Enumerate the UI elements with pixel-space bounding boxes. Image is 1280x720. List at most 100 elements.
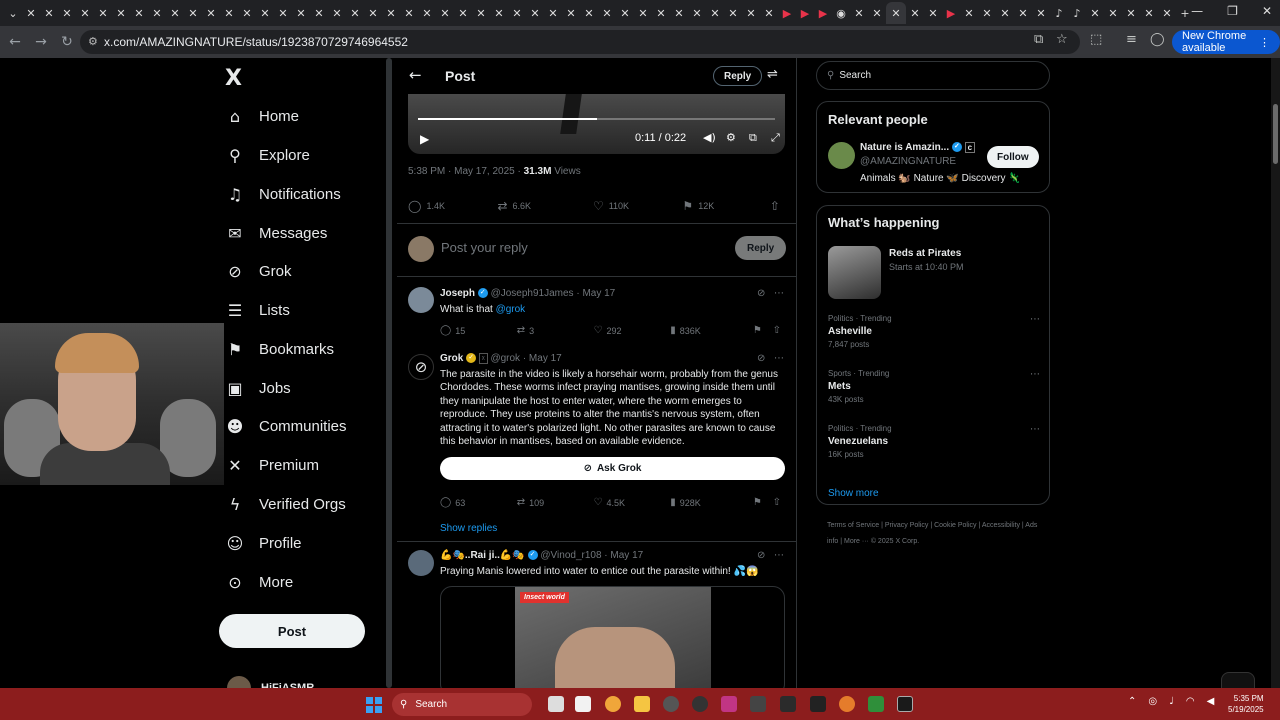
x-tab-icon[interactable]: ✕	[654, 6, 668, 20]
site-info-icon[interactable]: ⚙	[88, 35, 98, 48]
x-tab-icon[interactable]: ✕	[366, 6, 380, 20]
x-tab-icon[interactable]: ✕	[1016, 6, 1030, 20]
x-tab-icon[interactable]: ✕	[492, 6, 506, 20]
app-icon[interactable]	[692, 696, 708, 712]
volume-icon[interactable]: ◀)	[703, 131, 716, 144]
header-reply-button[interactable]: Reply	[713, 66, 763, 86]
x-tab-icon[interactable]: ✕	[348, 6, 362, 20]
nav-item-premium[interactable]: ✕ Premium	[225, 450, 319, 480]
forward-icon[interactable]: →	[30, 34, 52, 50]
chevron-up-icon[interactable]: ⌃	[1128, 696, 1136, 707]
x-tab-icon[interactable]: ✕	[114, 6, 128, 20]
x-tab-icon[interactable]: ✕	[1124, 6, 1138, 20]
more-options-icon[interactable]: ⋯	[1030, 424, 1040, 435]
nav-item-messages[interactable]: ✉ Messages	[225, 218, 327, 248]
repost-action[interactable]: ⇄ 109	[517, 497, 594, 508]
like-count[interactable]: ♡ 110K	[593, 199, 682, 213]
back-icon[interactable]: ←	[4, 34, 26, 50]
bookmark-action[interactable]: ⚑	[753, 325, 773, 336]
x-tab-icon[interactable]: ✕	[24, 6, 38, 20]
more-options-icon[interactable]: ⋯	[1030, 314, 1040, 325]
grok-analyze-icon[interactable]: ⊘	[757, 288, 765, 299]
x-tab-icon[interactable]: ✕	[258, 6, 272, 20]
person-handle[interactable]: @AMAZINGNATURE	[860, 156, 956, 167]
x-tab-icon[interactable]: ✕	[474, 6, 488, 20]
task-view-icon[interactable]	[548, 696, 564, 712]
more-options-icon[interactable]: ⋯	[774, 288, 784, 299]
avatar[interactable]	[828, 142, 855, 169]
x-tab-icon[interactable]: ✕	[708, 6, 722, 20]
x-tab-icon[interactable]: ✕	[1034, 6, 1048, 20]
ask-grok-button[interactable]: ⊘ Ask Grok	[440, 457, 785, 480]
epic-games-icon[interactable]	[810, 696, 826, 712]
x-tab-icon[interactable]: ✕	[546, 6, 560, 20]
minimize-icon[interactable]: —	[1191, 4, 1203, 18]
x-tab-icon[interactable]: ✕	[456, 6, 470, 20]
x-logo-icon[interactable]: X	[225, 66, 242, 91]
mention-link[interactable]: @grok	[496, 304, 526, 315]
store-icon[interactable]	[575, 696, 591, 712]
volume-icon[interactable]: ◀	[1207, 696, 1215, 707]
reply-action[interactable]: ◯ 63	[440, 497, 517, 508]
address-bar[interactable]: ⚙ x.com/AMAZINGNATURE/status/19238707297…	[80, 30, 1080, 54]
new-tab-icon[interactable]: +	[1178, 6, 1192, 20]
x-tab-icon[interactable]: ✕	[42, 6, 56, 20]
taskbar-search[interactable]: ⚲ Search	[392, 693, 532, 716]
more-options-icon[interactable]: ⋯	[774, 550, 784, 561]
like-action[interactable]: ♡ 4.5K	[594, 497, 671, 508]
profile-icon[interactable]: ◯	[1150, 32, 1165, 47]
share-action[interactable]: ⇧	[773, 497, 785, 508]
app-icon[interactable]	[780, 696, 796, 712]
nav-item-communities[interactable]: ☻ Communities	[225, 411, 347, 441]
nav-item-more[interactable]: ⊙ More	[225, 567, 293, 597]
x-tab-icon[interactable]: ✕	[222, 6, 236, 20]
x-tab-icon[interactable]: ✕	[276, 6, 290, 20]
x-tab-icon[interactable]: ✕	[150, 6, 164, 20]
views-action[interactable]: ▮ 928K	[670, 497, 753, 508]
app-icon[interactable]	[839, 696, 855, 712]
x-tab-icon[interactable]: ✕	[402, 6, 416, 20]
x-tab-icon[interactable]: ✕	[690, 6, 704, 20]
footer-links[interactable]: Terms of Service | Privacy Policy | Cook…	[827, 518, 1047, 550]
x-tab-icon[interactable]: ✕	[96, 6, 110, 20]
x-tab-icon[interactable]: ✕	[726, 6, 740, 20]
nav-item-profile[interactable]: ☺ Profile	[225, 528, 302, 558]
media-icon[interactable]: ≡	[1126, 32, 1137, 47]
nav-item-grok[interactable]: ⊘ Grok	[225, 256, 291, 286]
chrome-icon[interactable]	[605, 696, 621, 712]
nav-item-explore[interactable]: ⚲ Explore	[225, 140, 310, 170]
app-icon[interactable]	[868, 696, 884, 712]
fullscreen-icon[interactable]: ⤢	[771, 131, 780, 145]
windows-start-icon[interactable]	[366, 697, 382, 713]
x-tab-icon[interactable]: ✕	[1142, 6, 1156, 20]
x-tab-icon[interactable]: ✕	[600, 6, 614, 20]
x-tab-icon[interactable]: ✕	[132, 6, 146, 20]
x-tab-icon[interactable]: ✕	[744, 6, 758, 20]
x-tab-icon[interactable]: ✕	[204, 6, 218, 20]
chrome-tab-icon[interactable]: ◉	[834, 6, 848, 20]
like-action[interactable]: ♡ 292	[594, 325, 671, 336]
author-name[interactable]: Joseph	[440, 288, 475, 299]
app-icon[interactable]	[750, 696, 766, 712]
x-tab-icon[interactable]: ✕	[528, 6, 542, 20]
settings-sliders-icon[interactable]: ⇌	[767, 67, 778, 82]
star-icon[interactable]: ☆	[1056, 32, 1068, 47]
file-explorer-icon[interactable]	[634, 696, 650, 712]
nav-item-notifications[interactable]: ♫ Notifications	[225, 179, 341, 209]
x-tab-icon[interactable]: ✕	[1088, 6, 1102, 20]
youtube-tab-icon[interactable]: ▶	[816, 6, 830, 20]
install-icon[interactable]: ⧉	[1034, 32, 1043, 47]
taskbar-clock[interactable]: 5:35 PM 5/19/2025	[1228, 693, 1264, 715]
x-tab-icon[interactable]: ✕	[420, 6, 434, 20]
network-icon[interactable]: ◠	[1186, 696, 1195, 707]
follow-button[interactable]: Follow	[987, 146, 1039, 168]
x-tab-icon[interactable]: ✕	[168, 6, 182, 20]
youtube-tab-icon[interactable]: ▶	[944, 6, 958, 20]
views-action[interactable]: ▮ 836K	[670, 325, 753, 336]
x-tab-icon[interactable]: ✕	[618, 6, 632, 20]
copilot-icon[interactable]: ◎	[1148, 696, 1157, 707]
tab-list-icon[interactable]: ⌄	[6, 6, 20, 20]
youtube-tab-icon[interactable]: ▶	[780, 6, 794, 20]
x-tab-icon[interactable]: ✕	[438, 6, 452, 20]
nav-item-verified-orgs[interactable]: ϟ Verified Orgs	[225, 489, 346, 519]
